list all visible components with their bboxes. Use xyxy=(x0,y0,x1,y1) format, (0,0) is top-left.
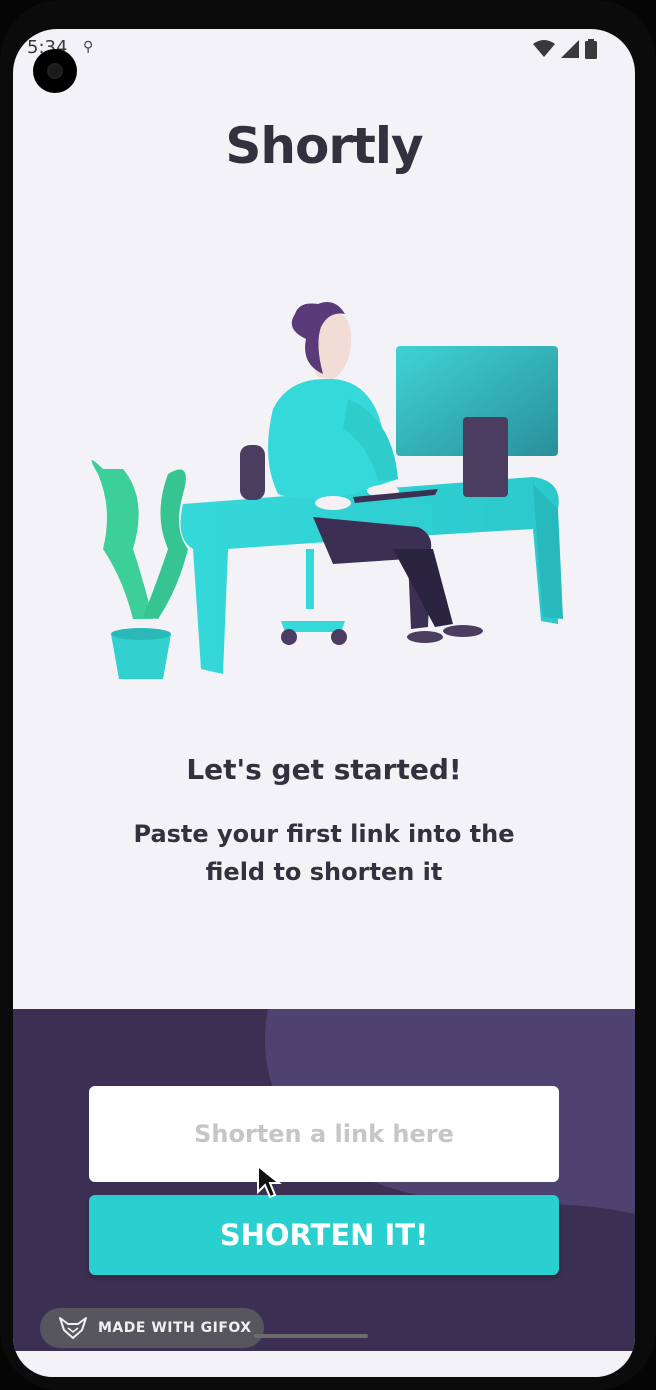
shorten-panel: SHORTEN IT! MADE WITH GIFOX xyxy=(13,1009,635,1377)
status-bar: 5:34 ⚲ xyxy=(13,29,635,69)
cell-signal-icon xyxy=(561,40,579,58)
gifox-label: MADE WITH GIFOX xyxy=(98,1320,252,1336)
intro-heading: Let's get started! xyxy=(186,753,462,786)
status-icons xyxy=(533,39,597,59)
battery-icon xyxy=(585,39,597,59)
app-title: Shortly xyxy=(225,117,423,175)
wifi-icon xyxy=(533,40,555,57)
intro-subtext: Paste your first link into the field to … xyxy=(133,820,515,886)
navigation-bar xyxy=(13,1351,635,1377)
working-person-illustration xyxy=(91,301,563,679)
notification-icon: ⚲ xyxy=(83,39,94,55)
gifox-logo-icon xyxy=(59,1317,87,1339)
app-screen: 5:34 ⚲ Shortly Let's get started! Paste … xyxy=(13,29,635,1377)
cursor-arrow-icon xyxy=(257,1164,282,1199)
gifox-watermark: MADE WITH GIFOX xyxy=(40,1308,264,1348)
front-camera xyxy=(33,49,77,93)
home-indicator[interactable] xyxy=(254,1334,368,1338)
shorten-button[interactable]: SHORTEN IT! xyxy=(89,1195,559,1275)
link-input[interactable] xyxy=(89,1086,559,1182)
